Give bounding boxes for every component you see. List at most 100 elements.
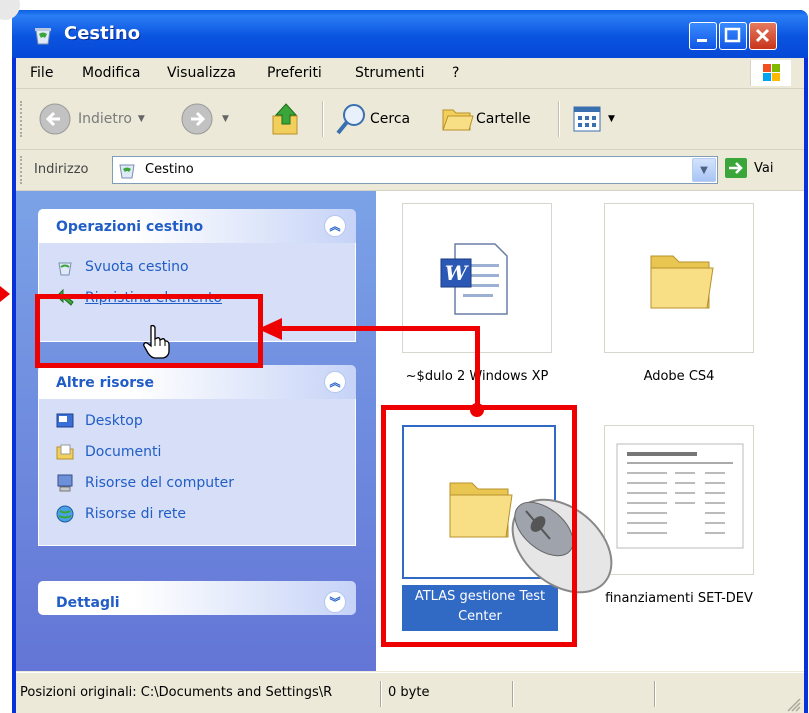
my-computer-icon [57,474,73,491]
left-edge-pointer-icon [0,286,10,302]
toolbar-separator [558,101,560,137]
other-label: Documenti [85,443,162,460]
address-grip[interactable] [20,156,25,184]
address-field[interactable]: Cestino ▼ [112,156,718,184]
other-my-computer[interactable]: Risorse del computer [39,467,355,498]
folders-label: Cartelle [476,111,531,127]
window-title: Cestino [64,23,141,44]
panel-title: Dettagli [56,595,120,611]
empty-bin-task[interactable]: Svuota cestino [39,251,355,282]
restore-arrow-icon [56,288,74,306]
panel-title: Operazioni cestino [56,219,204,235]
network-globe-icon [56,505,74,522]
task-pane: Operazioni cestino ︽ Svuota cestino Ripr… [16,191,376,671]
go-button[interactable]: Vai [724,157,773,179]
menu-preferiti[interactable]: Preferiti [267,65,322,81]
status-divider [512,681,514,707]
status-divider [380,681,382,707]
folders-icon [442,109,474,131]
close-icon [755,28,770,43]
hand-cursor-icon [143,324,170,359]
status-size: 0 byte [388,685,430,700]
collapse-icon[interactable]: ︽ [324,215,346,237]
recycle-bin-icon [35,28,51,45]
windows-flag-icon [763,64,780,81]
address-dropdown-button[interactable]: ▼ [692,158,716,182]
maximize-icon [724,27,741,43]
empty-bin-icon [58,262,72,275]
other-label: Desktop [85,412,143,429]
status-location: Posizioni originali: C:\Documents and Se… [20,685,333,700]
other-desktop[interactable]: Desktop [39,405,355,436]
empty-bin-label: Svuota cestino [85,258,189,275]
expand-icon[interactable]: ︾ [324,591,346,613]
forward-dropdown-icon[interactable]: ▼ [222,114,229,124]
other-network[interactable]: Risorse di rete [39,498,355,529]
recycle-bin-window: Cestino File Modifica Visualizza Preferi… [12,10,808,713]
toolbar-separator [322,101,324,137]
file-name: Adobe CS4 [643,369,715,384]
views-icon [573,106,601,132]
standard-toolbar: Indietro ▼ ▼ Cerca Cartelle ▼ [16,89,804,150]
document-thumbnail-icon [616,443,744,549]
annotation-anchor-dot [470,403,484,417]
window-client: File Modifica Visualizza Preferiti Strum… [16,58,804,713]
forward-arrow-icon [181,103,213,135]
up-folder-button[interactable] [269,99,303,139]
search-label: Cerca [370,111,411,127]
back-dropdown-icon[interactable]: ▼ [138,114,145,124]
toolbar-grip[interactable] [20,101,25,137]
menu-help[interactable]: ? [452,65,459,81]
recycle-bin-tasks-panel: Operazioni cestino ︽ Svuota cestino Ripr… [38,209,356,342]
title-bar[interactable]: Cestino [12,10,808,58]
file-thumbnail [604,425,754,575]
views-button[interactable]: ▼ [572,99,615,139]
other-label: Risorse del computer [85,474,234,491]
other-label: Risorse di rete [85,505,186,522]
views-dropdown-icon[interactable]: ▼ [608,114,615,124]
annotation-connector-vertical [475,327,480,409]
mouse-icon [511,498,613,594]
search-icon [336,104,365,135]
go-arrow-icon [725,158,747,178]
up-folder-icon [272,103,298,135]
address-bar: Indirizzo Cestino ▼ Vai [16,150,804,191]
back-arrow-icon [39,103,71,135]
status-bar: Posizioni originali: C:\Documents and Se… [16,672,804,713]
annotation-connector-horizontal [280,326,480,331]
address-label: Indirizzo [34,162,89,177]
search-button[interactable]: Cerca [334,99,410,139]
go-label: Vai [754,160,774,176]
minimize-button[interactable] [689,22,717,50]
close-button[interactable] [749,22,777,50]
collapse-icon[interactable]: ︽ [324,371,346,393]
menu-modifica[interactable]: Modifica [82,65,141,81]
panel-body: Desktop Documenti Risorse del computer R… [38,399,356,546]
documents-folder-icon [56,444,74,459]
maximize-button[interactable] [719,22,747,50]
recycle-bin-small-icon [119,164,135,179]
desktop-icon [56,413,74,427]
details-panel: Dettagli ︾ [38,581,356,615]
chevron-down-icon: ▼ [700,164,708,176]
menu-file[interactable]: File [30,65,53,81]
folder-icon [650,255,714,309]
file-thumbnail [604,203,754,353]
folders-button[interactable]: Cartelle [440,99,531,139]
windows-logo [750,60,791,86]
other-documents[interactable]: Documenti [39,436,355,467]
restore-item-task[interactable]: Ripristina elemento [39,282,355,313]
menu-strumenti[interactable]: Strumenti [355,65,425,81]
minimize-icon [697,39,707,42]
resize-grip-icon[interactable] [786,697,802,713]
panel-header[interactable]: Altre risorse ︽ [38,365,356,399]
panel-header[interactable]: Operazioni cestino ︽ [38,209,356,243]
annotation-arrowhead-icon [258,318,282,340]
forward-button[interactable]: ▼ [178,99,229,139]
file-view: W ~$dulo 2 Windows XP Adobe CS4 ATLAS ge… [376,191,804,671]
panel-header[interactable]: Dettagli ︾ [38,581,356,615]
back-button[interactable]: Indietro ▼ [36,99,145,139]
menu-bar: File Modifica Visualizza Preferiti Strum… [16,58,804,89]
menu-visualizza[interactable]: Visualizza [167,65,236,81]
other-places-panel: Altre risorse ︽ Desktop Documenti Risors… [38,365,356,546]
